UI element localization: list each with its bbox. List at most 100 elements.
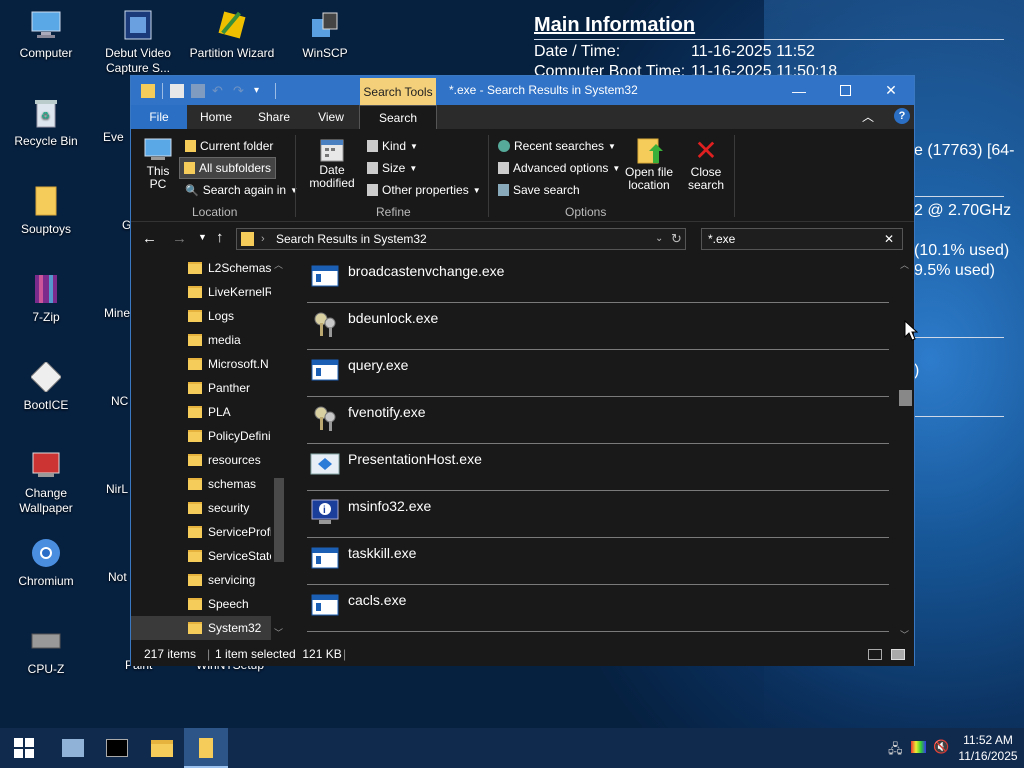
refresh-icon[interactable]: ↻ bbox=[671, 229, 682, 249]
recent-locations-icon[interactable]: ▼ bbox=[198, 232, 207, 242]
nav-folder-item[interactable]: Logs bbox=[131, 304, 271, 328]
details-view-icon[interactable] bbox=[868, 649, 882, 660]
kind-dropdown[interactable]: Kind ▼ bbox=[367, 136, 418, 156]
windows-logo-icon bbox=[14, 738, 34, 758]
tab-file[interactable]: File bbox=[131, 105, 187, 129]
scrollbar-thumb[interactable] bbox=[899, 390, 912, 406]
search-result-item[interactable]: query.exe bbox=[307, 350, 889, 397]
back-icon[interactable]: ← bbox=[142, 230, 157, 247]
redo-icon[interactable]: ↷ bbox=[233, 83, 247, 98]
search-result-item[interactable]: PresentationHost.exe bbox=[307, 444, 889, 491]
navigation-pane-scrollbar[interactable]: ︿ ﹀ bbox=[272, 258, 286, 642]
desktop-icon-change-wallpaper[interactable]: Change Wallpaper bbox=[3, 448, 89, 516]
undo-icon[interactable]: ↶ bbox=[212, 83, 226, 98]
search-result-item[interactable]: cacls.exe bbox=[307, 585, 889, 632]
desktop-icon-debut-video[interactable]: Debut Video Capture S... bbox=[95, 8, 181, 76]
forward-icon[interactable]: → bbox=[172, 230, 187, 247]
scrollbar-thumb[interactable] bbox=[274, 478, 284, 562]
start-button[interactable] bbox=[2, 728, 46, 768]
search-again-button[interactable]: 🔍Search again in▼ bbox=[181, 180, 302, 200]
results-scrollbar[interactable]: ︿ ﹀ bbox=[897, 258, 914, 642]
nav-folder-item[interactable]: Microsoft.N bbox=[131, 352, 271, 376]
taskbar-cmd[interactable] bbox=[95, 728, 139, 768]
other-properties-dropdown[interactable]: Other properties ▼ bbox=[367, 180, 481, 200]
all-subfolders-button[interactable]: All subfolders bbox=[179, 157, 277, 179]
tab-search[interactable]: Search bbox=[359, 105, 437, 129]
save-search-button[interactable]: Save search bbox=[498, 180, 580, 200]
open-file-location-button[interactable]: Open file location bbox=[621, 137, 677, 192]
address-bar[interactable]: › Search Results in System32 ⌄ ↻ bbox=[236, 228, 686, 250]
desktop-icon-recycle-bin[interactable]: ♻ Recycle Bin bbox=[3, 96, 89, 149]
nav-folder-item[interactable]: ServiceProfi bbox=[131, 520, 271, 544]
close-search-button[interactable]: ✕ Close search bbox=[683, 137, 729, 192]
desktop-icon-partition-wizard[interactable]: Partition Wizard bbox=[189, 8, 275, 61]
scroll-down-icon[interactable]: ﹀ bbox=[274, 626, 283, 639]
search-result-item[interactable]: i msinfo32.exe bbox=[307, 491, 889, 538]
tab-share[interactable]: Share bbox=[245, 105, 303, 129]
nav-folder-item[interactable]: resources bbox=[131, 448, 271, 472]
help-icon[interactable]: ? bbox=[894, 108, 910, 124]
date-modified-button[interactable]: Date modified bbox=[301, 137, 363, 190]
minimize-button[interactable]: — bbox=[776, 76, 822, 105]
scroll-up-icon[interactable]: ︿ bbox=[900, 258, 909, 271]
desktop-icon-partial[interactable]: Eve bbox=[103, 130, 133, 145]
address-dropdown-icon[interactable]: ⌄ bbox=[655, 229, 663, 249]
display-tray-icon[interactable] bbox=[911, 741, 926, 753]
close-button[interactable]: ✕ bbox=[868, 76, 914, 105]
search-result-item[interactable]: fvenotify.exe bbox=[307, 397, 889, 444]
large-icons-view-icon[interactable] bbox=[891, 649, 905, 660]
desktop-icon-computer[interactable]: Computer bbox=[3, 8, 89, 61]
subfolders-icon bbox=[184, 162, 195, 174]
nav-folder-item[interactable]: servicing bbox=[131, 568, 271, 592]
up-icon[interactable]: ↑ bbox=[216, 229, 224, 246]
network-tray-icon[interactable]: 🖧 bbox=[888, 740, 903, 762]
exe-window-icon bbox=[310, 545, 340, 573]
nav-folder-item[interactable]: LiveKernelR bbox=[131, 280, 271, 304]
nav-folder-item[interactable]: security bbox=[131, 496, 271, 520]
nav-folder-item[interactable]: PLA bbox=[131, 400, 271, 424]
desktop-icon-souptoys[interactable]: Souptoys bbox=[3, 184, 89, 237]
nav-folder-item[interactable]: System32 bbox=[131, 616, 271, 640]
title-bar[interactable]: ↶ ↷ ▾ Search Tools *.exe - Search Result… bbox=[131, 76, 914, 106]
size-dropdown[interactable]: Size ▼ bbox=[367, 158, 417, 178]
properties-icon[interactable] bbox=[170, 83, 184, 98]
desktop-icon-bootice[interactable]: BootICE bbox=[3, 360, 89, 413]
volume-muted-icon[interactable]: 🔇 bbox=[933, 739, 949, 755]
ribbon-tabs: File Home Share View Search ︿ ? bbox=[131, 105, 914, 129]
search-result-item[interactable]: bdeunlock.exe bbox=[307, 303, 889, 350]
collapse-ribbon-icon[interactable]: ︿ bbox=[862, 108, 874, 125]
current-folder-button[interactable]: Current folder bbox=[181, 136, 277, 156]
explorer-window[interactable]: ↶ ↷ ▾ Search Tools *.exe - Search Result… bbox=[130, 75, 915, 666]
tab-home[interactable]: Home bbox=[187, 105, 245, 129]
tab-view[interactable]: View bbox=[303, 105, 359, 129]
desktop-icon-chromium[interactable]: Chromium bbox=[3, 536, 89, 589]
taskbar-network-app[interactable] bbox=[51, 728, 95, 768]
desktop-icon-7zip[interactable]: 7-Zip bbox=[3, 272, 89, 325]
customize-qat-icon[interactable]: ▾ bbox=[254, 84, 268, 98]
taskbar-explorer-search-window[interactable] bbox=[184, 728, 228, 768]
nav-folder-item[interactable]: Panther bbox=[131, 376, 271, 400]
clear-search-icon[interactable]: ✕ bbox=[884, 229, 894, 249]
search-result-item[interactable]: taskkill.exe bbox=[307, 538, 889, 585]
nav-folder-item[interactable]: media bbox=[131, 328, 271, 352]
desktop-icon-winscp[interactable]: WinSCP bbox=[282, 8, 368, 61]
search-results-list[interactable]: broadcastenvchange.exe bdeunlock.exe query… bbox=[307, 258, 891, 642]
new-folder-icon[interactable] bbox=[191, 83, 205, 98]
nav-folder-item[interactable]: ServiceState bbox=[131, 544, 271, 568]
nav-folder-item[interactable]: Speech bbox=[131, 592, 271, 616]
nav-folder-item[interactable]: L2Schemas bbox=[131, 258, 271, 280]
taskbar-file-explorer[interactable] bbox=[140, 728, 184, 768]
nav-folder-item[interactable]: PolicyDefini bbox=[131, 424, 271, 448]
scroll-down-icon[interactable]: ﹀ bbox=[900, 628, 909, 641]
taskbar-clock[interactable]: 11:52 AM 11/16/2025 bbox=[956, 732, 1020, 764]
desktop-icon-cpuz[interactable]: CPU-Z bbox=[3, 624, 89, 677]
advanced-options-dropdown[interactable]: Advanced options ▼ bbox=[498, 158, 620, 178]
search-input[interactable]: *.exe ✕ bbox=[701, 228, 903, 250]
search-result-item[interactable]: broadcastenvchange.exe bbox=[307, 258, 889, 303]
nav-folder-item[interactable]: schemas bbox=[131, 472, 271, 496]
maximize-button[interactable] bbox=[822, 76, 868, 105]
this-pc-button[interactable]: This PC bbox=[141, 137, 175, 191]
navigation-pane[interactable]: L2Schemas LiveKernelR Logs media Microsoft.N… bbox=[131, 258, 287, 642]
scroll-up-icon[interactable]: ︿ bbox=[274, 258, 283, 271]
recent-searches-dropdown[interactable]: Recent searches ▼ bbox=[498, 136, 616, 156]
